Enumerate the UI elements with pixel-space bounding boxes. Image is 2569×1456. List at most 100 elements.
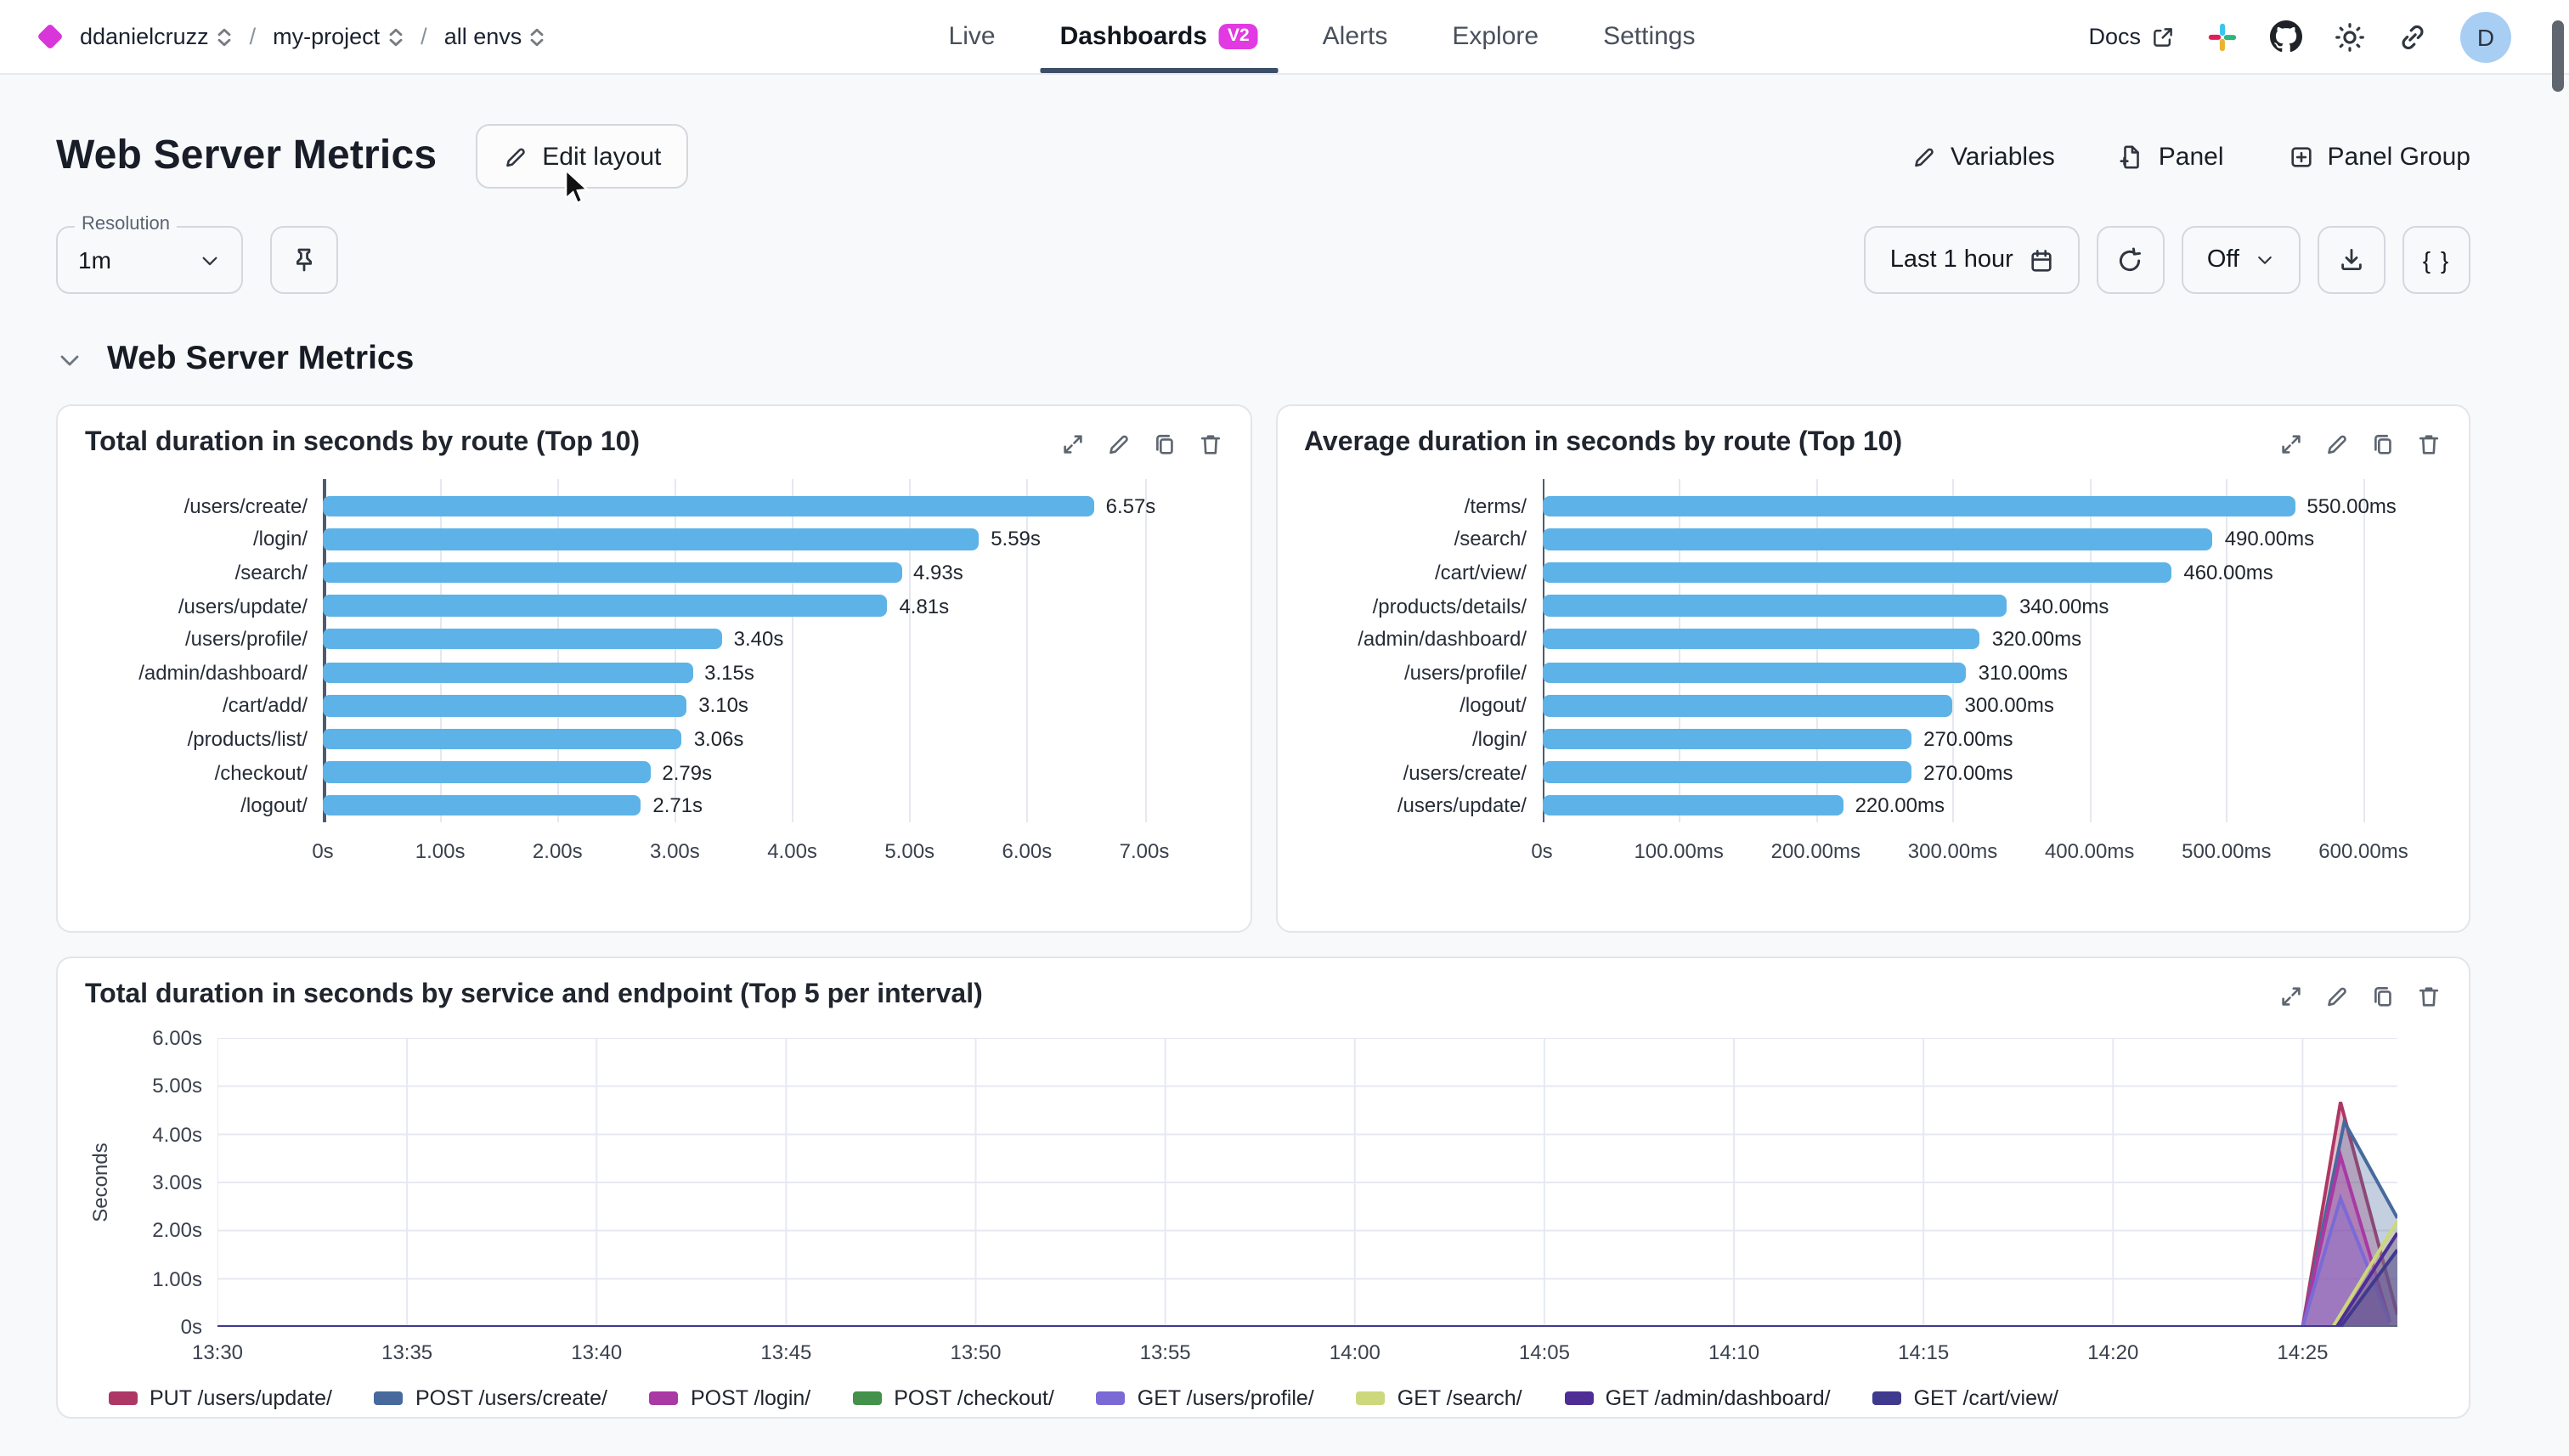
project-selector[interactable]: my-project [273,24,404,49]
bar-row: 490.00ms [1542,522,2363,556]
bar[interactable] [323,595,887,617]
legend-item[interactable]: POST /users/create/ [375,1386,607,1410]
tab-live[interactable]: Live [949,0,996,74]
value-label: 270.00ms [1923,727,2013,751]
legend-label: POST /checkout/ [894,1386,1054,1410]
bar[interactable] [323,762,650,783]
chart-legend: PUT /users/update/POST /users/create/POS… [109,1386,2442,1410]
panel-header: Total duration in seconds by route (Top … [85,428,1222,459]
bar-row: 2.79s [323,756,1144,789]
legend-item[interactable]: GET /search/ [1357,1386,1522,1410]
bar[interactable] [323,662,692,683]
series-line [217,1199,2390,1327]
delete-panel-icon[interactable] [2416,983,2442,1008]
bar[interactable] [1542,662,1967,683]
x-axis-ticks: 13:3013:3513:4013:4513:5013:5514:0014:05… [217,1330,2397,1371]
vertical-scrollbar[interactable] [2552,20,2564,92]
pin-resolution-button[interactable] [270,226,338,294]
legend-item[interactable]: POST /login/ [650,1386,810,1410]
category-label: /cart/view/ [1304,556,1542,589]
plot-area[interactable] [217,1038,2397,1327]
time-range-button[interactable]: Last 1 hour [1865,226,2080,294]
value-label: 3.15s [704,661,754,685]
org-selector[interactable]: ddanielcruzz [80,24,233,49]
category-label: /admin/dashboard/ [1304,623,1542,656]
bar[interactable] [1542,795,1843,816]
legend-label: GET /admin/dashboard/ [1606,1386,1831,1410]
bar[interactable] [323,728,682,749]
add-panel-group-button[interactable]: Panel Group [2289,142,2470,171]
share-link-icon[interactable] [2397,21,2428,52]
github-icon[interactable] [2270,20,2302,53]
section-collapse-button[interactable] [56,346,83,373]
bar[interactable] [323,495,1094,516]
avatar[interactable]: D [2460,11,2511,62]
x-tick-label: 14:25 [2277,1340,2328,1364]
duplicate-panel-icon[interactable] [2370,983,2396,1008]
bar[interactable] [323,629,722,650]
category-label: /users/create/ [85,489,323,522]
legend-item[interactable]: PUT /users/update/ [109,1386,332,1410]
bar[interactable] [1542,629,1980,650]
expand-icon[interactable] [2278,983,2304,1008]
bar[interactable] [1542,562,2171,583]
download-button[interactable] [2318,226,2386,294]
brand-diamond-icon[interactable] [37,23,63,49]
theme-toggle-sun-icon[interactable] [2335,21,2365,52]
square-plus-icon [2289,144,2314,169]
x-tick-label: 6.00s [1002,839,1052,863]
variables-button[interactable]: Variables [1911,142,2055,171]
value-label: 220.00ms [1855,793,1945,817]
tab-alerts[interactable]: Alerts [1323,0,1388,74]
bar[interactable] [1542,495,2295,516]
duplicate-panel-icon[interactable] [1151,431,1177,456]
category-label: /login/ [85,522,323,556]
expand-icon[interactable] [2278,431,2304,456]
legend-item[interactable]: POST /checkout/ [853,1386,1054,1410]
series-line [217,1122,2397,1327]
expand-icon[interactable] [1059,431,1085,456]
refresh-button[interactable] [2097,226,2165,294]
edit-panel-icon[interactable] [2324,983,2350,1008]
resolution-value: 1m [78,246,111,274]
auto-refresh-select[interactable]: Off [2182,226,2301,294]
bar[interactable] [323,695,686,716]
edit-panel-icon[interactable] [2324,431,2350,456]
tab-dashboards[interactable]: Dashboards V2 [1060,0,1258,74]
delete-panel-icon[interactable] [2416,431,2442,456]
bar[interactable] [1542,762,1911,783]
legend-item[interactable]: GET /admin/dashboard/ [1565,1386,1831,1410]
panel-header: Average duration in seconds by route (To… [1304,428,2442,459]
delete-panel-icon[interactable] [1197,431,1222,456]
bar[interactable] [1542,728,1911,749]
bar[interactable] [323,795,641,816]
tab-settings[interactable]: Settings [1603,0,1695,74]
resolution-select[interactable]: Resolution 1m [56,226,243,294]
bar[interactable] [1542,595,2007,617]
bar-row: 310.00ms [1542,656,2363,689]
legend-item[interactable]: GET /cart/view/ [1873,1386,2058,1410]
json-view-button[interactable]: { } [2402,226,2470,294]
bar[interactable] [323,562,901,583]
env-selector[interactable]: all envs [444,24,546,49]
updown-selector-icon [387,26,404,47]
docs-link[interactable]: Docs [2088,24,2175,49]
series-area [217,1233,2397,1328]
duplicate-panel-icon[interactable] [2370,431,2396,456]
bar[interactable] [323,528,979,550]
series-area [217,1199,2390,1327]
edit-layout-button[interactable]: Edit layout [476,124,688,189]
slack-icon[interactable] [2207,21,2238,52]
chevron-down-icon [56,346,83,373]
bar[interactable] [1542,528,2213,550]
y-tick-label: 2.00s [152,1219,202,1243]
legend-item[interactable]: GET /users/profile/ [1097,1386,1314,1410]
legend-swatch [1873,1391,1902,1405]
edit-panel-icon[interactable] [1105,431,1131,456]
file-plus-icon [2120,144,2145,169]
add-panel-button[interactable]: Panel [2120,142,2224,171]
tab-explore[interactable]: Explore [1452,0,1539,74]
x-tick-label: 13:55 [1140,1340,1191,1364]
bar[interactable] [1542,695,1953,716]
series-area [217,1221,2397,1327]
